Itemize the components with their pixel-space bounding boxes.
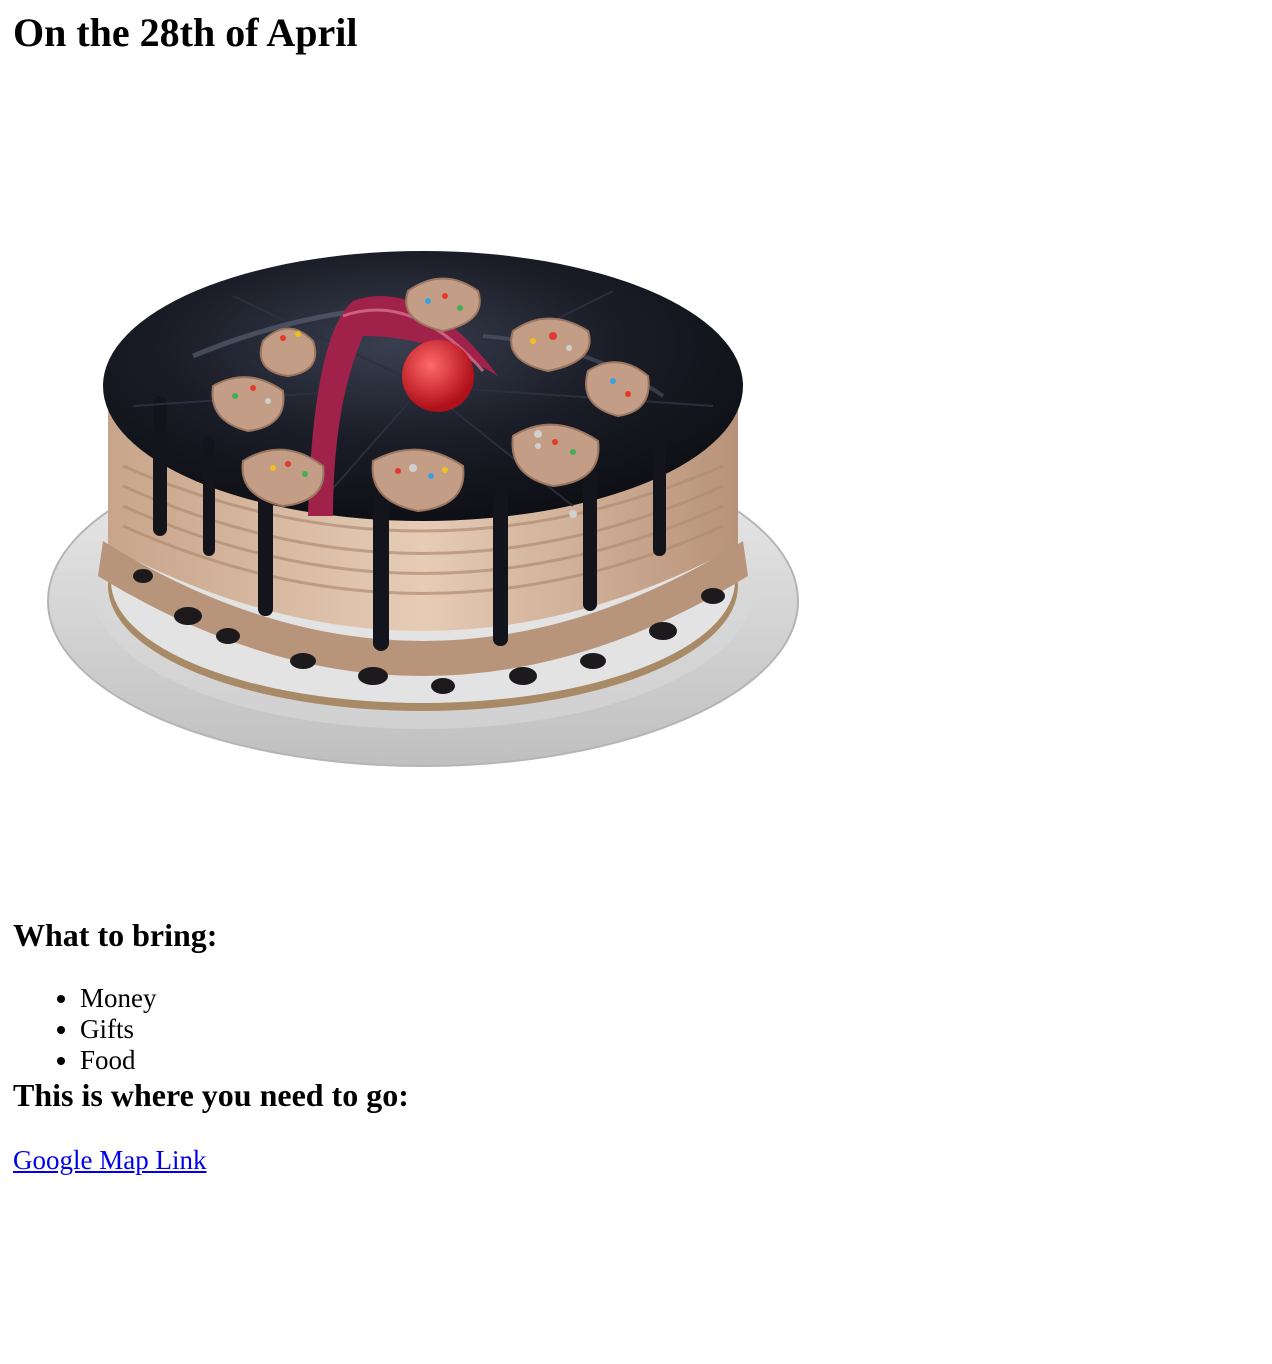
bring-list: Money Gifts Food: [13, 983, 1259, 1076]
list-item: Money: [80, 983, 1259, 1014]
list-item: Gifts: [80, 1014, 1259, 1045]
list-item: Food: [80, 1045, 1259, 1076]
cake-image: [13, 76, 833, 916]
location-heading: This is where you need to go:: [13, 1077, 409, 1113]
page-title: On the 28th of April: [13, 10, 358, 55]
what-to-bring-heading: What to bring:: [13, 917, 218, 953]
page-content: On the 28th of April What to bring: • Mo…: [0, 10, 1272, 1176]
birthday-cake-illustration: [47, 251, 799, 767]
google-map-link[interactable]: Google Map Link: [13, 1145, 206, 1176]
